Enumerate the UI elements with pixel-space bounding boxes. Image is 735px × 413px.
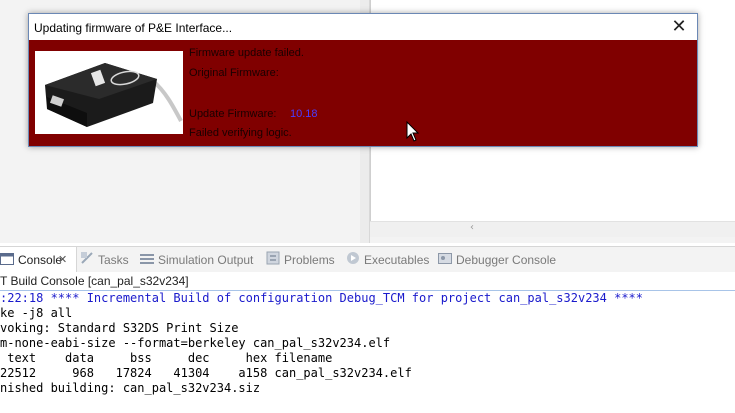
tab-label: Problems — [284, 253, 335, 267]
firmware-update-dialog: Updating firmware of P&E Interface... ✕ … — [28, 13, 698, 147]
debug-probe-image — [35, 51, 183, 134]
tab-label: Tasks — [98, 253, 129, 267]
executables-icon — [346, 248, 360, 274]
close-tab-icon[interactable]: ✕ — [58, 254, 67, 265]
update-firmware-label: Update Firmware: — [189, 108, 277, 120]
console-line: voking: Standard S32DS Print Size — [0, 321, 239, 335]
console-line: text data bss dec hex filename — [0, 351, 333, 365]
console-line: m-none-eabi-size --format=berkeley can_p… — [0, 336, 391, 350]
list-icon — [140, 248, 154, 274]
console-line: nished building: can_pal_s32v234.siz — [0, 381, 261, 395]
dialog-title: Updating firmware of P&E Interface... — [34, 21, 233, 35]
tab-problems[interactable]: Problems — [266, 247, 335, 273]
horizontal-scrollbar[interactable] — [370, 221, 735, 237]
tab-label: Console — [18, 253, 63, 267]
dialog-body: Firmware update failed. Original Firmwar… — [29, 40, 697, 146]
tab-simulation-output[interactable]: Simulation Output — [140, 247, 253, 273]
console-line: 22512 968 17824 41304 a158 can_pal_s32v2… — [0, 366, 412, 380]
problems-icon — [266, 248, 280, 274]
console-line: :22:18 **** Incremental Build of configu… — [0, 291, 643, 305]
console-title: T Build Console [can_pal_s32v234] — [0, 272, 735, 290]
view-tab-bar: Console ✕ Tasks Simulation Output Proble… — [0, 246, 735, 273]
tab-label: Debugger Console — [456, 253, 557, 267]
console-line: ke -j8 all — [0, 306, 73, 320]
original-firmware-label: Original Firmware: — [189, 67, 279, 79]
error-text: Failed verifying logic. — [189, 127, 292, 139]
update-firmware-version: 10.18 — [290, 108, 318, 120]
status-text: Firmware update failed. — [189, 47, 304, 59]
debugger-console-icon — [438, 248, 452, 274]
console-icon — [0, 248, 14, 274]
tab-executables[interactable]: Executables — [346, 247, 429, 273]
tab-label: Simulation Output — [158, 253, 254, 267]
console-output[interactable]: :22:18 **** Incremental Build of configu… — [0, 291, 735, 413]
tab-debugger-console[interactable]: Debugger Console — [438, 247, 556, 273]
mouse-cursor-icon — [406, 120, 420, 143]
tasks-icon — [80, 248, 94, 274]
scroll-left-icon[interactable]: ‹ — [466, 221, 478, 235]
tab-label: Executables — [364, 253, 430, 267]
close-icon[interactable]: ✕ — [667, 16, 691, 38]
tab-tasks[interactable]: Tasks — [80, 247, 129, 273]
